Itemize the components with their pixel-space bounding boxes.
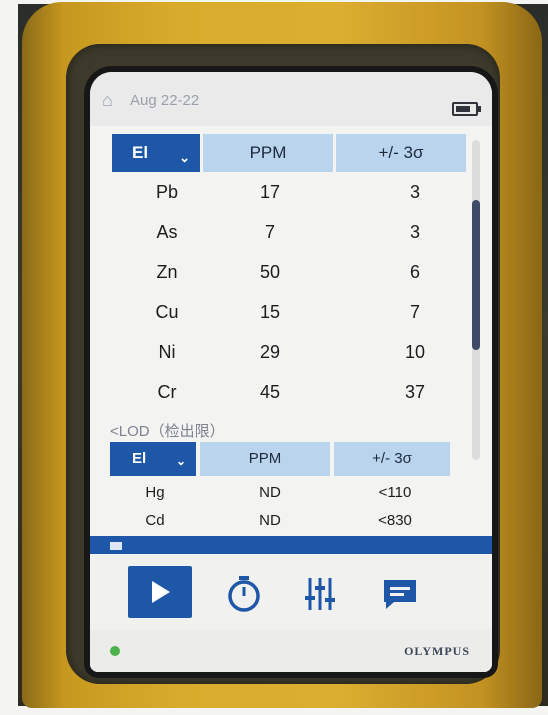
- element-column-dropdown[interactable]: El ⌄: [112, 134, 200, 172]
- scrollbar-thumb[interactable]: [472, 200, 480, 350]
- battery-icon: [452, 102, 481, 116]
- sliders-icon: [305, 578, 335, 610]
- status-indicator-dot: [110, 646, 120, 656]
- table-row[interactable]: Ni 29 10: [100, 334, 475, 374]
- results-scrollbar[interactable]: [472, 140, 480, 460]
- table-row[interactable]: Cu 15 7: [100, 294, 475, 334]
- results-header-row: El ⌄ PPM +/- 3σ: [100, 130, 475, 174]
- ppm-cell: ND: [259, 512, 281, 529]
- lod-section-label: <LOD（检出限）: [110, 423, 225, 440]
- element-column-label: El: [132, 143, 149, 162]
- footer-bar: OLYMPUS: [90, 630, 492, 672]
- settings-button[interactable]: [288, 566, 352, 618]
- brand-logo: OLYMPUS: [404, 644, 470, 658]
- element-cell: Zn: [156, 262, 178, 282]
- ppm-cell: 17: [259, 182, 281, 202]
- chevron-down-icon: ⌄: [175, 454, 186, 468]
- image-border-left: [0, 0, 18, 715]
- lod-table-row[interactable]: Cd ND <830: [110, 506, 470, 536]
- mode-strip[interactable]: [90, 536, 492, 554]
- lod-table-row[interactable]: Hg ND <110: [110, 478, 470, 508]
- table-row[interactable]: Pb 17 3: [100, 174, 475, 214]
- results-table: El ⌄ PPM +/- 3σ Pb 17 3 As 7 3 Zn 50 6 C…: [100, 130, 475, 414]
- error-cell: 3: [409, 222, 420, 242]
- error-cell: 37: [404, 382, 426, 402]
- home-icon[interactable]: ⌂: [102, 90, 113, 111]
- status-bar: ⌂ Aug 22-22: [90, 72, 492, 126]
- mode-icon: [110, 542, 122, 550]
- timer-button[interactable]: [212, 566, 276, 618]
- error-cell: 6: [409, 262, 420, 282]
- message-button[interactable]: [368, 566, 432, 618]
- ppm-cell: 50: [259, 262, 281, 282]
- error-column-header[interactable]: +/- 3σ: [336, 134, 466, 172]
- ppm-cell: ND: [259, 484, 281, 501]
- table-row[interactable]: Zn 50 6: [100, 254, 475, 294]
- error-cell: 10: [404, 342, 426, 362]
- error-cell: <830: [378, 512, 412, 529]
- bottom-toolbar: [90, 554, 492, 630]
- date-label: Aug 22-22: [130, 92, 200, 109]
- element-cell: As: [156, 222, 178, 242]
- ppm-cell: 15: [259, 302, 281, 322]
- element-cell: Cu: [155, 302, 179, 322]
- lod-error-column-header[interactable]: +/- 3σ: [334, 442, 450, 476]
- analyzer-screen: ⌂ Aug 22-22 El ⌄ PPM +/- 3σ Pb 17 3 As 7…: [90, 72, 492, 672]
- table-row[interactable]: As 7 3: [100, 214, 475, 254]
- element-cell: Ni: [158, 342, 176, 362]
- element-cell: Pb: [155, 182, 179, 202]
- chevron-down-icon: ⌄: [179, 150, 190, 165]
- element-cell: Cr: [157, 382, 177, 402]
- error-cell: 3: [409, 182, 420, 202]
- ppm-cell: 7: [264, 222, 275, 242]
- error-cell: <110: [378, 484, 412, 501]
- element-cell: Hg: [145, 484, 165, 501]
- ppm-cell: 29: [259, 342, 281, 362]
- lod-header-row: El ⌄ PPM +/- 3σ: [110, 442, 470, 476]
- lod-element-column-dropdown[interactable]: El ⌄: [110, 442, 196, 476]
- lod-ppm-column-header[interactable]: PPM: [200, 442, 330, 476]
- table-row[interactable]: Cr 45 37: [100, 374, 475, 414]
- ppm-column-header[interactable]: PPM: [203, 134, 333, 172]
- error-cell: 7: [409, 302, 420, 322]
- start-test-button[interactable]: [128, 566, 192, 618]
- ppm-cell: 45: [259, 382, 281, 402]
- lod-element-column-label: El: [132, 450, 147, 467]
- play-icon: [152, 581, 170, 603]
- element-cell: Cd: [145, 512, 165, 529]
- message-icon: [384, 580, 416, 609]
- timer-icon: [228, 576, 260, 612]
